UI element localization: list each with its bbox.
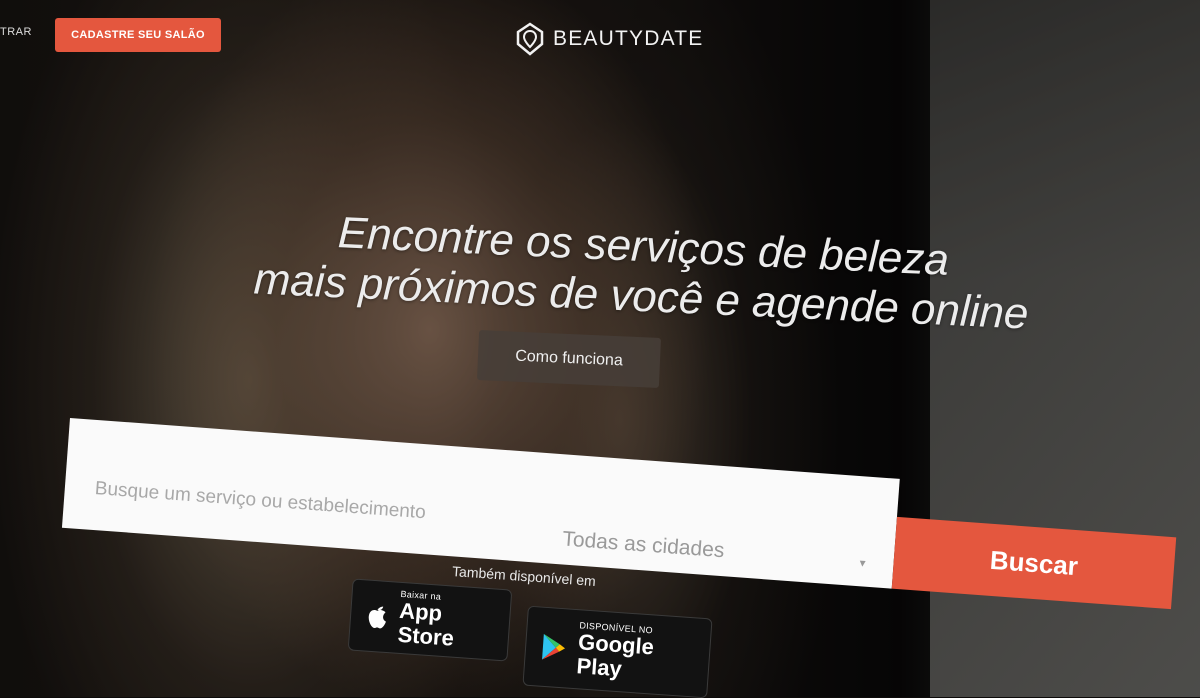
app-store-big-label: App Store bbox=[396, 597, 455, 651]
location-pin-logo-icon bbox=[516, 22, 544, 56]
google-play-badge[interactable]: DISPONÍVEL NO Google Play bbox=[522, 605, 713, 698]
city-select-value: Todas as cidades bbox=[561, 527, 726, 563]
apple-icon bbox=[368, 606, 386, 629]
brand-logo[interactable]: BEAUTYDATE bbox=[515, 22, 703, 56]
search-button[interactable]: Buscar bbox=[891, 516, 1177, 610]
app-store-text: Baixar na App Store bbox=[397, 589, 497, 654]
how-it-works-button[interactable]: Como funciona bbox=[476, 330, 662, 388]
caret-down-icon: ▼ bbox=[857, 558, 868, 570]
google-play-text: DISPONÍVEL NO Google Play bbox=[576, 620, 697, 686]
register-salon-button[interactable]: CADASTRE SEU SALÃO bbox=[55, 18, 221, 52]
google-play-big-label: Google Play bbox=[575, 629, 655, 682]
app-store-badge[interactable]: Baixar na App Store bbox=[347, 578, 513, 662]
login-link[interactable]: TRAR bbox=[0, 26, 32, 38]
brand-name: BEAUTYDATE bbox=[553, 27, 704, 50]
google-play-icon bbox=[542, 633, 566, 660]
